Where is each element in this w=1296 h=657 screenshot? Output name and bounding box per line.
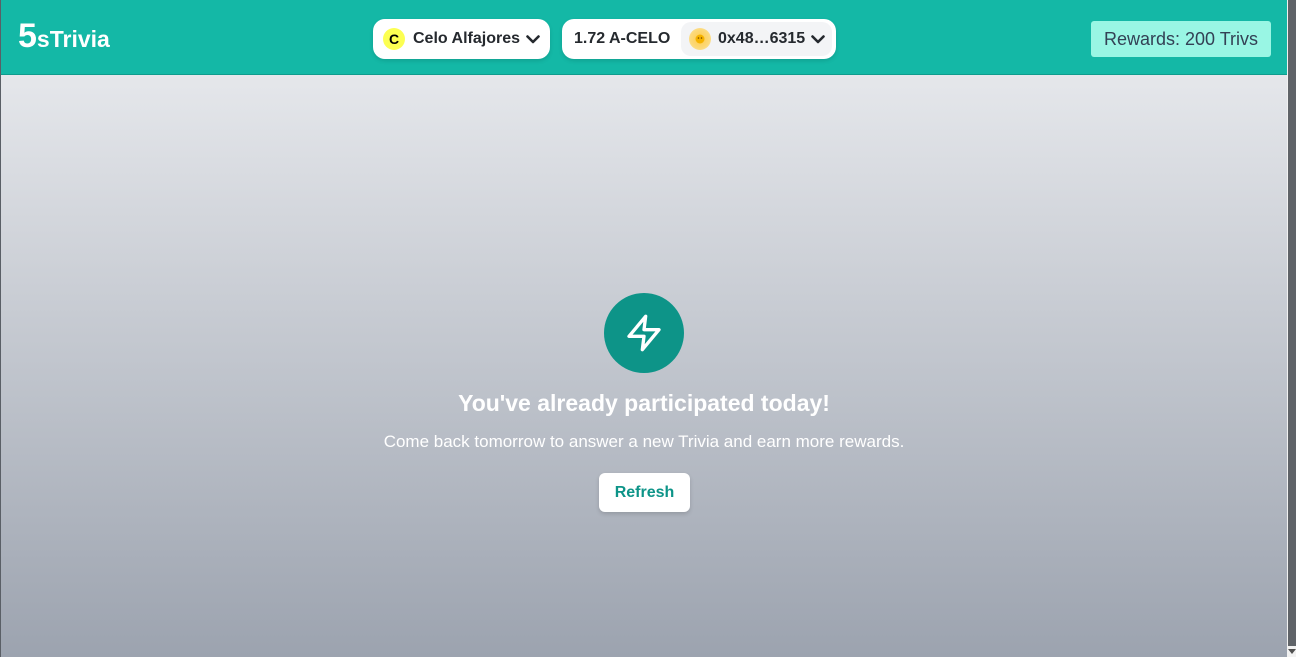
app-logo[interactable]: 5sTrivia	[18, 18, 110, 54]
network-selector-button[interactable]: C Celo Alfajores	[373, 19, 550, 59]
vertical-scrollbar[interactable]	[1287, 0, 1296, 657]
network-name: Celo Alfajores	[413, 30, 520, 47]
celo-logo-icon: C	[383, 28, 405, 50]
top-navbar: 5sTrivia C Celo Alfajores 1.72 A-CELO 0x…	[1, 0, 1287, 75]
scroll-down-arrow-icon[interactable]	[1287, 646, 1296, 657]
refresh-button[interactable]: Refresh	[599, 473, 690, 512]
come-back-message: Come back tomorrow to answer a new Trivi…	[383, 432, 905, 451]
participated-heading: You've already participated today!	[458, 390, 830, 416]
chevron-down-icon	[526, 34, 540, 44]
emoji-avatar-icon	[689, 28, 711, 50]
account-button[interactable]: 1.72 A-CELO 0x48…6315	[562, 19, 836, 59]
app-page: 5sTrivia C Celo Alfajores 1.72 A-CELO 0x…	[0, 0, 1296, 657]
chevron-down-icon	[811, 34, 825, 44]
logo-text: sTrivia	[36, 26, 110, 52]
lightning-bolt-icon	[604, 293, 684, 373]
rewards-badge: Rewards: 200 Trivs	[1091, 21, 1271, 57]
main-content: You've already participated today! Come …	[1, 75, 1287, 657]
logo-number: 5	[18, 17, 37, 55]
wallet-balance: 1.72 A-CELO	[574, 30, 671, 47]
account-address-button[interactable]: 0x48…6315	[681, 22, 832, 56]
scrollbar-thumb[interactable]	[1288, 0, 1296, 657]
wallet-address: 0x48…6315	[718, 30, 806, 47]
celo-icon-letter: C	[388, 31, 400, 47]
